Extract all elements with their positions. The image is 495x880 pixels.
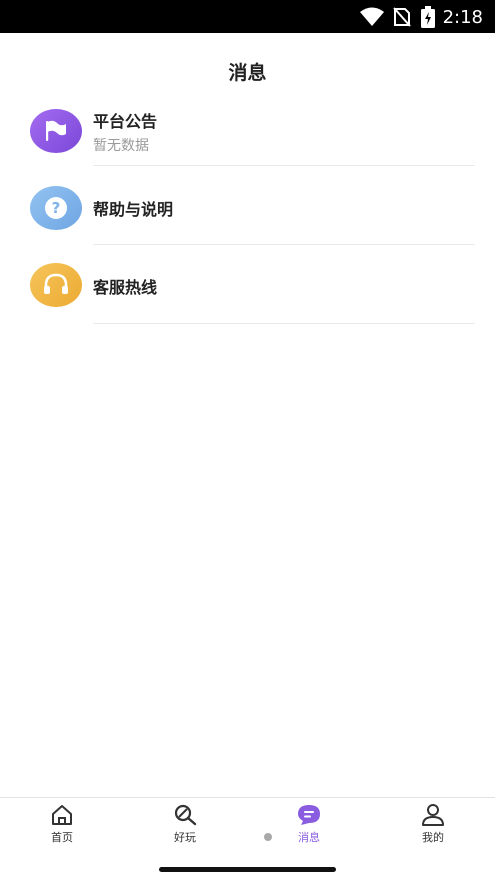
no-sim-icon (392, 7, 411, 27)
wifi-icon (359, 7, 385, 27)
nav-item-home[interactable]: 首页 (22, 804, 102, 848)
list-item-help[interactable]: ? 帮助与说明 (0, 176, 495, 254)
svg-text:?: ? (52, 199, 61, 217)
nav-label: 消息 (298, 831, 320, 844)
user-icon (393, 804, 473, 826)
battery-icon (420, 6, 435, 28)
search-icon (145, 804, 225, 826)
divider (93, 323, 475, 324)
clock-time: 2:18 (442, 6, 483, 28)
divider (93, 244, 475, 245)
nav-item-profile[interactable]: 我的 (393, 804, 473, 848)
message-icon (269, 804, 349, 826)
divider (93, 165, 475, 166)
item-subtitle: 暂无数据 (93, 138, 149, 154)
list-item-hotline[interactable]: 客服热线 (0, 255, 495, 333)
question-icon: ? (30, 186, 82, 230)
home-indicator[interactable] (159, 867, 336, 872)
item-title: 帮助与说明 (93, 200, 174, 219)
status-bar: 2:18 (0, 0, 495, 33)
item-title: 平台公告 (93, 112, 158, 131)
indicator-dot (264, 833, 272, 841)
list-item-announcement[interactable]: 平台公告 暂无数据 (0, 98, 495, 176)
page-title: 消息 (228, 62, 267, 84)
headset-icon (30, 263, 82, 307)
bottom-nav: 首页 好玩 消息 我的 (0, 797, 495, 852)
item-title: 客服热线 (93, 278, 158, 297)
nav-label: 好玩 (174, 831, 196, 844)
flag-icon (30, 109, 82, 153)
nav-label: 我的 (422, 831, 444, 844)
nav-item-play[interactable]: 好玩 (145, 804, 225, 848)
nav-item-messages[interactable]: 消息 (269, 804, 349, 848)
home-icon (22, 804, 102, 826)
nav-label: 首页 (51, 831, 73, 844)
status-icons: 2:18 (359, 6, 483, 28)
